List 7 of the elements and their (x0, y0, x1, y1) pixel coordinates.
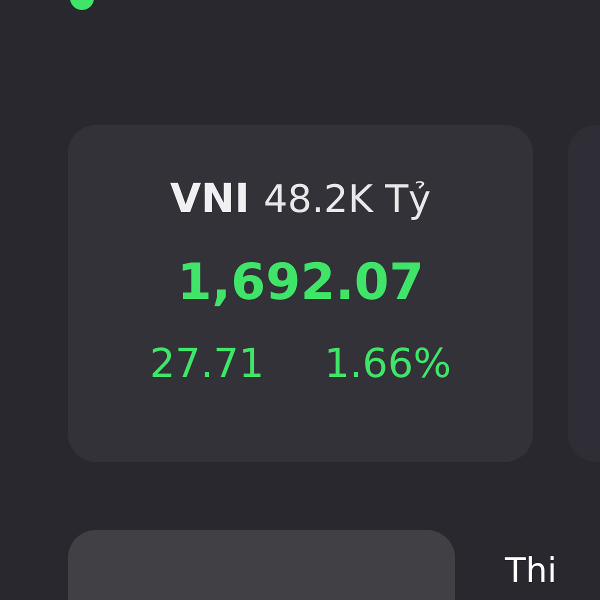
index-card[interactable]: VNI 48.2K Tỷ 1,692.07 27.71 1.66% (68, 125, 533, 462)
tab[interactable]: Thi (505, 530, 557, 588)
index-price: 1,692.07 (177, 252, 424, 313)
price-change: 27.71 (150, 340, 264, 389)
percent-change: 1.66% (324, 340, 452, 389)
trading-volume: 48.2K Tỷ (264, 176, 431, 223)
index-symbol: VNI (170, 175, 250, 224)
